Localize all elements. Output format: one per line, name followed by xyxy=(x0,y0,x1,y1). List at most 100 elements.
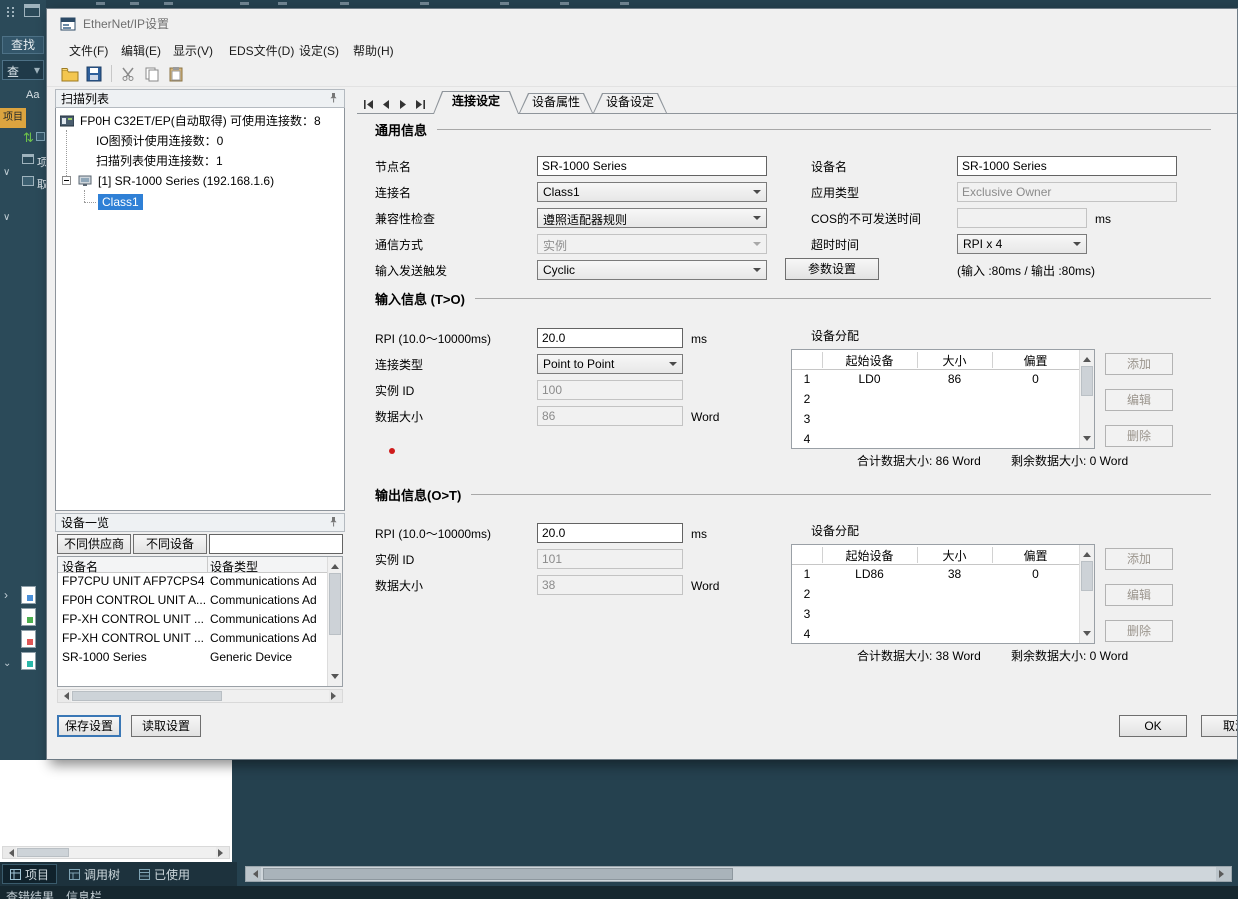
file-icon[interactable] xyxy=(21,652,36,670)
bottom-tab-project[interactable]: 项目 xyxy=(2,864,57,884)
output-rpi-input[interactable] xyxy=(537,523,683,543)
connection-type-select[interactable]: Point to Point xyxy=(537,354,683,374)
device-table-hscrollbar[interactable] xyxy=(57,689,343,703)
allocation-row[interactable]: 4 xyxy=(792,430,1079,450)
copy-button[interactable] xyxy=(141,64,163,84)
scroll-down-button[interactable] xyxy=(1080,628,1094,643)
tree-item-controller[interactable]: FP0H C32ET/EP(自动取得) 可使用连接数：8 xyxy=(56,112,344,130)
device-filter-input[interactable] xyxy=(209,534,343,554)
save-settings-button[interactable]: 保存设置 xyxy=(57,715,121,737)
cancel-button[interactable]: 取消 xyxy=(1201,715,1238,737)
scroll-left-button[interactable] xyxy=(3,847,16,858)
allocation-row[interactable]: 3 xyxy=(792,410,1079,430)
input-trigger-select[interactable]: Cyclic xyxy=(537,260,767,280)
compatibility-check-select[interactable]: 遵照适配器规则 xyxy=(537,208,767,228)
pin-icon[interactable] xyxy=(328,516,339,530)
scroll-right-button[interactable] xyxy=(216,847,229,858)
menu-help[interactable]: 帮助(H) xyxy=(353,42,394,59)
tree-item-io-map[interactable]: IO图预计使用连接数：0 xyxy=(56,132,344,150)
allocation-row[interactable]: 1 LD86 38 0 xyxy=(792,565,1079,585)
tab-connection-settings[interactable]: 连接设定 xyxy=(433,91,519,114)
last-tab-icon[interactable] xyxy=(412,97,427,112)
tab-device-settings[interactable]: 设备设定 xyxy=(593,93,667,113)
menu-file[interactable]: 文件(F) xyxy=(69,42,108,59)
scroll-left-button[interactable] xyxy=(246,867,261,881)
window-mini-icon[interactable] xyxy=(22,154,34,164)
tree-item-device[interactable]: [1] SR-1000 Series (192.168.1.6) xyxy=(56,172,344,190)
menu-view[interactable]: 显示(V) xyxy=(173,42,213,59)
window-icon[interactable] xyxy=(24,4,40,17)
scrollbar-thumb[interactable] xyxy=(1081,366,1093,396)
menu-settings[interactable]: 设定(S) xyxy=(299,42,339,59)
grid-mini-icon[interactable] xyxy=(36,132,45,141)
tree-collapse-toggle[interactable] xyxy=(62,176,71,185)
scrollbar-thumb[interactable] xyxy=(17,848,69,857)
collapse-chevron-icon[interactable]: ∨ xyxy=(3,212,10,223)
timeout-select[interactable]: RPI x 4 xyxy=(957,234,1087,254)
vertical-scrollbar[interactable] xyxy=(1079,545,1094,643)
by-vendor-button[interactable]: 不同供应商 xyxy=(57,534,131,554)
collapse-chevron-icon[interactable]: ⌄ xyxy=(3,658,11,669)
scroll-right-button[interactable] xyxy=(1216,867,1231,881)
match-case-toggle[interactable]: Aa xyxy=(26,87,39,103)
scroll-down-button[interactable] xyxy=(328,671,342,686)
bottom-tab-used[interactable]: 已使用 xyxy=(132,864,197,884)
editor-horizontal-scrollbar[interactable] xyxy=(245,866,1232,882)
doc-mini-icon[interactable] xyxy=(22,176,34,186)
tab-device-properties[interactable]: 设备属性 xyxy=(519,93,593,113)
dialog-titlebar[interactable]: EtherNet/IP设置 xyxy=(47,9,1238,39)
allocation-row[interactable]: 1 LD0 86 0 xyxy=(792,370,1079,390)
file-icon[interactable] xyxy=(21,630,36,648)
collapse-chevron-icon[interactable]: ∨ xyxy=(3,167,10,178)
next-tab-icon[interactable] xyxy=(395,97,410,112)
allocation-row[interactable]: 2 xyxy=(792,390,1079,410)
save-button[interactable] xyxy=(83,64,105,84)
allocation-row[interactable]: 3 xyxy=(792,605,1079,625)
project-side-tab[interactable]: 项目 xyxy=(0,108,26,128)
scroll-up-button[interactable] xyxy=(1080,350,1094,365)
input-rpi-input[interactable] xyxy=(537,328,683,348)
device-row[interactable]: FP0H CONTROL UNIT A... Communications Ad xyxy=(58,592,328,611)
scroll-right-button[interactable] xyxy=(329,690,342,702)
menu-edit[interactable]: 编辑(E) xyxy=(121,42,161,59)
scrollbar-thumb[interactable] xyxy=(329,573,341,635)
vertical-scrollbar[interactable] xyxy=(1079,350,1094,448)
prev-tab-icon[interactable] xyxy=(378,97,393,112)
horizontal-scrollbar[interactable] xyxy=(2,846,230,859)
scrollbar-thumb[interactable] xyxy=(1081,561,1093,591)
parameter-settings-button[interactable]: 参数设置 xyxy=(785,258,879,280)
device-row[interactable]: SR-1000 Series Generic Device xyxy=(58,649,328,668)
file-icon[interactable] xyxy=(21,586,36,604)
tree-item-scan-list[interactable]: 扫描列表使用连接数：1 xyxy=(56,152,344,170)
node-name-input[interactable] xyxy=(537,156,767,176)
device-row[interactable]: FP-XH CONTROL UNIT ... Communications Ad xyxy=(58,630,328,649)
device-name-input[interactable] xyxy=(957,156,1177,176)
bottom-tab-call-tree[interactable]: 调用树 xyxy=(62,864,127,884)
read-settings-button[interactable]: 读取设置 xyxy=(131,715,201,737)
first-tab-icon[interactable] xyxy=(361,97,376,112)
device-row[interactable]: FP7CPU UNIT AFP7CPS4... Communications A… xyxy=(58,573,328,592)
connection-name-select[interactable]: Class1 xyxy=(537,182,767,202)
transfer-icon[interactable]: ⇅ xyxy=(23,130,34,146)
scrollbar-thumb[interactable] xyxy=(263,868,733,880)
by-device-button[interactable]: 不同设备 xyxy=(133,534,207,554)
expand-chevron-icon[interactable]: › xyxy=(4,588,8,602)
device-row[interactable]: FP-XH CONTROL UNIT ... Communications Ad xyxy=(58,611,328,630)
allocation-row[interactable]: 4 xyxy=(792,625,1079,645)
scroll-down-button[interactable] xyxy=(1080,433,1094,448)
scroll-up-button[interactable] xyxy=(328,557,342,572)
cut-button[interactable] xyxy=(117,64,139,84)
search-input[interactable]: 查 ▾ xyxy=(2,60,44,80)
file-icon[interactable] xyxy=(21,608,36,626)
paste-button[interactable] xyxy=(165,64,187,84)
scroll-up-button[interactable] xyxy=(1080,545,1094,560)
vertical-scrollbar[interactable] xyxy=(327,557,342,686)
scroll-left-button[interactable] xyxy=(58,690,71,702)
tree-item-connection[interactable]: Class1 xyxy=(56,194,344,212)
open-button[interactable] xyxy=(59,64,81,84)
ok-button[interactable]: OK xyxy=(1119,715,1187,737)
pin-icon[interactable] xyxy=(328,92,339,106)
scrollbar-thumb[interactable] xyxy=(72,691,222,701)
menu-eds-file[interactable]: EDS文件(D) xyxy=(229,42,294,59)
allocation-row[interactable]: 2 xyxy=(792,585,1079,605)
